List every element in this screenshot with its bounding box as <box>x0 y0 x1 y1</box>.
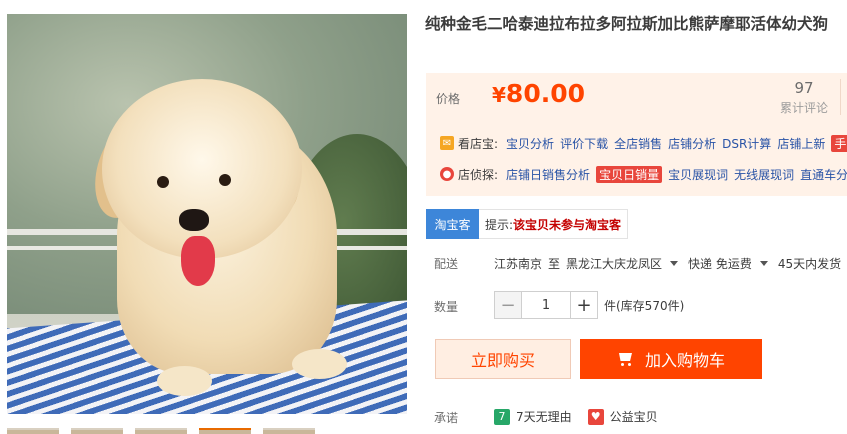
currency-symbol: ¥ <box>492 83 506 107</box>
chevron-down-icon[interactable] <box>670 261 679 266</box>
seven-day-return-icon: 7 <box>494 408 510 425</box>
shipping-row: 江苏南京 至 黑龙江大庆龙凤区 快递 免运费 45天内发货 <box>494 255 841 272</box>
buy-now-button[interactable]: 立即购买 <box>435 339 571 379</box>
promise-item-return[interactable]: 7天无理由 <box>516 408 572 425</box>
charity-icon: ♥ <box>587 408 604 425</box>
price-amount: 80.00 <box>505 79 585 108</box>
stock-info: 件(库存570件) <box>604 298 685 313</box>
quantity-label: 数量 <box>434 300 459 314</box>
thumbnail[interactable] <box>7 428 59 434</box>
review-count[interactable]: 97 累计评论 <box>774 79 834 116</box>
puppy-tongue <box>181 236 215 286</box>
kan-dian-bao-icon: ✉ <box>440 136 454 150</box>
quantity-stepper: − 1 + 件(库存570件) <box>494 291 684 319</box>
tool-link-store-analysis[interactable]: 店铺分析 <box>668 135 716 152</box>
tool-link-ztc-analysis[interactable]: 直通车分析 <box>800 166 847 183</box>
tool-link-dsr-calc[interactable]: DSR计算 <box>722 135 771 152</box>
tool-link-wireless-keywords[interactable]: 无线展现词 <box>734 166 794 183</box>
taobaoke-tip-prefix: 提示: <box>485 217 514 232</box>
dian-zhen-tan-icon: ● <box>440 167 454 181</box>
tool-link-store-new[interactable]: 店铺上新 <box>777 135 825 152</box>
dian-zhen-tan-label: 店侦探: <box>458 167 499 182</box>
thumbnail[interactable] <box>263 428 315 434</box>
puppy-eye <box>219 174 231 186</box>
add-to-cart-label: 加入购物车 <box>644 351 725 370</box>
promise-label: 承诺 <box>434 411 459 425</box>
dian-zhen-tan-toolbar: ● 店侦探: 店铺日销售分析 宝贝日销量 宝贝展现词 无线展现词 直通车分析 <box>440 164 847 184</box>
puppy-paw <box>292 349 347 379</box>
review-count-number: 97 <box>794 79 814 97</box>
ship-to-word: 至 <box>548 257 561 271</box>
price-value: ¥80.00 <box>492 79 585 108</box>
shipping-label: 配送 <box>434 257 459 271</box>
puppy-nose <box>179 209 209 231</box>
thumbnail[interactable] <box>71 428 123 434</box>
taobaoke-tip-text: 该宝贝未参与淘宝客 <box>513 217 622 232</box>
promise-item-charity[interactable]: 公益宝贝 <box>610 408 658 425</box>
product-title: 纯种金毛二哈泰迪拉布拉多阿拉斯加比熊萨摩耶活体幼犬狗 <box>425 15 829 33</box>
taobaoke-badge[interactable]: 淘宝客 <box>426 209 479 239</box>
price-panel: 价格 ¥80.00 97 累计评论 ✉ 看店宝: 宝贝分析 评价下载 全店销售 … <box>426 73 847 196</box>
quantity-decrease-button[interactable]: − <box>494 291 522 319</box>
thumbnail-strip <box>7 428 407 434</box>
chevron-down-icon[interactable] <box>759 261 768 266</box>
tool-link-item-analysis[interactable]: 宝贝分析 <box>506 135 554 152</box>
tool-link-review-download[interactable]: 评价下载 <box>560 135 608 152</box>
tool-link-store-sales[interactable]: 全店销售 <box>614 135 662 152</box>
thumbnail-active[interactable] <box>199 428 251 434</box>
quantity-input[interactable]: 1 <box>522 291 570 319</box>
ship-delivery-time: 45天内发货 <box>777 257 842 271</box>
tool-link-item-daily-sales[interactable]: 宝贝日销量 <box>596 165 663 183</box>
kan-dian-bao-toolbar: ✉ 看店宝: 宝贝分析 评价下载 全店销售 店铺分析 DSR计算 店铺上新 手淘 <box>440 133 847 153</box>
quantity-increase-button[interactable]: + <box>570 291 598 319</box>
tool-link-item-keywords[interactable]: 宝贝展现词 <box>668 166 728 183</box>
promise-row: 7 7天无理由 ♥ 公益宝贝 <box>494 408 658 425</box>
price-label: 价格 <box>436 92 461 106</box>
thumbnail[interactable] <box>135 428 187 434</box>
kan-dian-bao-label: 看店宝: <box>458 136 499 151</box>
taobaoke-tip: 提示: 该宝贝未参与淘宝客 <box>479 209 629 239</box>
add-to-cart-button[interactable]: 加入购物车 <box>580 339 762 379</box>
ship-method-select[interactable]: 快递 免运费 <box>688 255 752 272</box>
taobaoke-notice: 淘宝客 提示: 该宝贝未参与淘宝客 <box>426 209 629 239</box>
product-main-image[interactable] <box>7 14 407 414</box>
divider <box>840 79 841 115</box>
tool-link-mobile-taobao[interactable]: 手淘 <box>831 134 847 152</box>
ship-from: 江苏南京 <box>494 257 543 271</box>
puppy-paw <box>157 366 212 396</box>
puppy-head <box>102 79 302 259</box>
ship-destination-select[interactable]: 黑龙江大庆龙凤区 <box>566 255 662 272</box>
tool-link-store-daily-sales[interactable]: 店铺日销售分析 <box>506 166 590 183</box>
cart-icon <box>617 351 635 367</box>
review-count-label: 累计评论 <box>779 101 828 115</box>
puppy-eye <box>157 176 169 188</box>
